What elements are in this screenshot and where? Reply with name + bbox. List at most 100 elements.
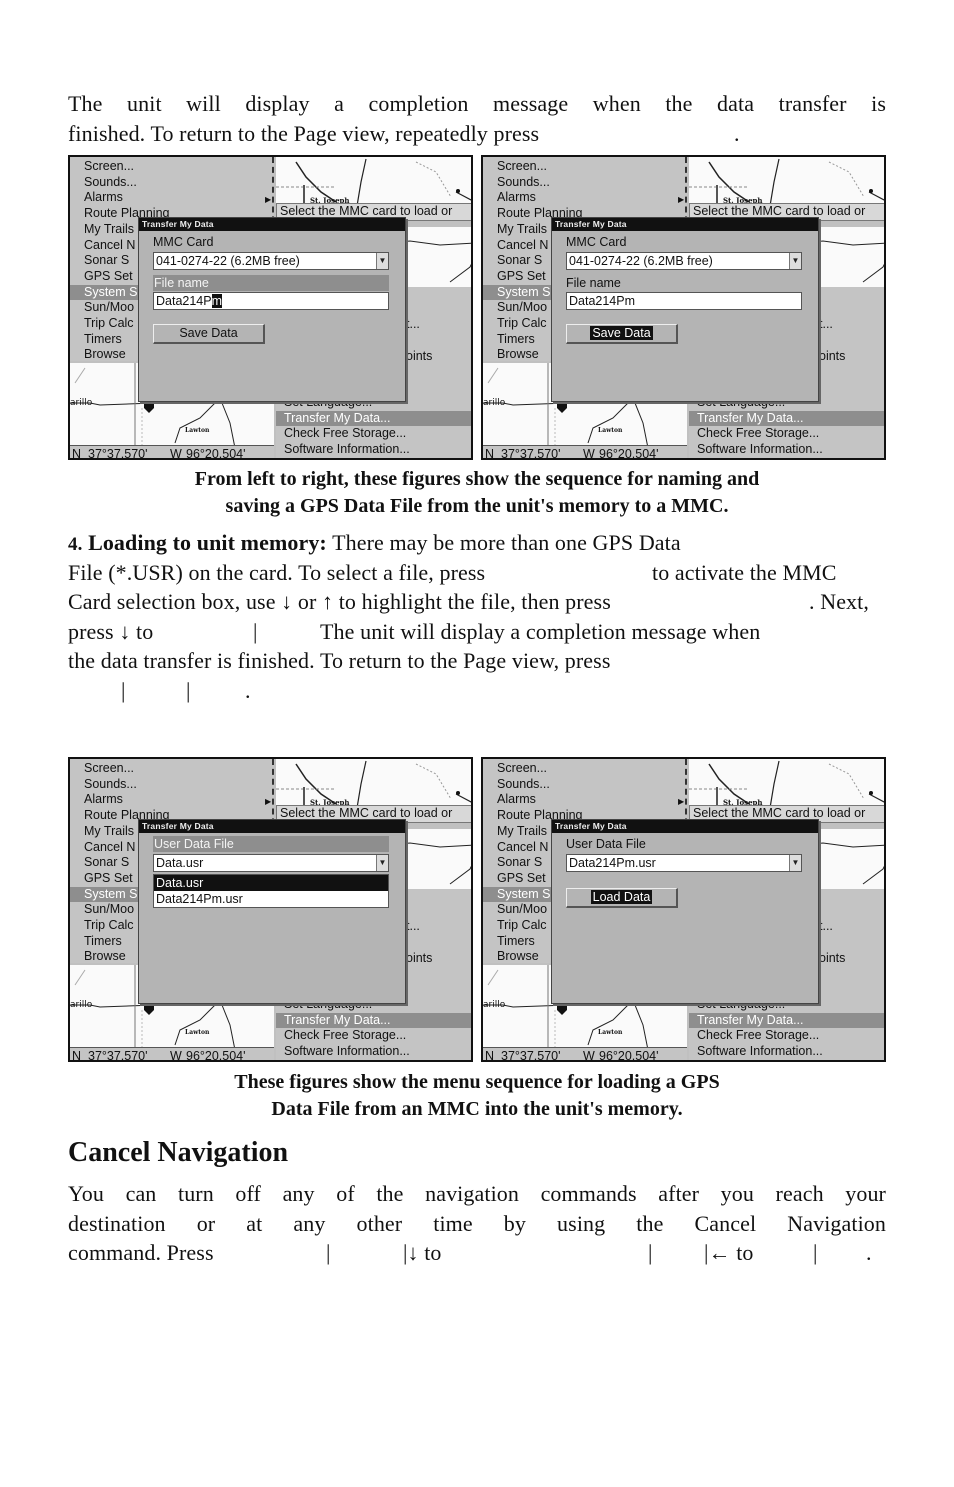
file-name-input[interactable]: Data214Pm [153, 292, 389, 310]
mmc-card-select[interactable]: 041-0274-22 (6.2MB free) ▼ [566, 252, 802, 270]
mmc-card-select[interactable]: 041-0274-22 (6.2MB free) ▼ [153, 252, 389, 270]
longitude-readout: 96°20.504' [599, 447, 659, 460]
menu-item[interactable]: My Trails [84, 222, 134, 238]
intro-paragraph: The unit will display a completion messa… [68, 89, 886, 148]
intro-line-2-wrap: finished. To return to the Page view, re… [68, 119, 886, 149]
user-data-file-select[interactable]: Data214Pm.usr ▼ [566, 854, 802, 872]
submenu-partial-item[interactable]: oints [819, 951, 845, 967]
menu-item[interactable]: Cancel N [497, 840, 548, 856]
menu-item[interactable]: My Trails [497, 824, 547, 840]
submenu-item[interactable]: Check Free Storage... [697, 1028, 819, 1044]
submenu-item[interactable]: Check Free Storage... [284, 1028, 406, 1044]
submenu-partial-item[interactable]: t... [406, 919, 420, 935]
submenu-partial-item[interactable]: t... [819, 919, 833, 935]
file-name-value: Data214P [156, 294, 212, 308]
file-name-label: File name [566, 276, 621, 290]
menu-item[interactable]: Screen... [497, 159, 547, 175]
menu-item[interactable]: Trip Calc [84, 316, 134, 332]
menu-item[interactable]: Alarms [497, 792, 536, 808]
file-option[interactable]: Data214Pm.usr [154, 891, 388, 907]
step4-paragraph: 4. Loading to unit memory: There may be … [68, 528, 886, 705]
menu-item[interactable]: Sun/Moo [84, 902, 134, 918]
menu-item[interactable]: Browse [84, 949, 126, 965]
menu-item[interactable]: My Trails [84, 824, 134, 840]
step4-number: 4. [68, 534, 83, 555]
save-data-button[interactable]: Save Data [566, 324, 678, 344]
menu-item[interactable]: Timers [84, 934, 122, 950]
submenu-item[interactable]: Software Information... [284, 1044, 410, 1060]
caption-load-line-1: These figures show the menu sequence for… [234, 1071, 720, 1093]
menu-item[interactable]: Timers [84, 332, 122, 348]
menu-item[interactable]: Alarms [84, 190, 123, 206]
menu-item[interactable]: Browse [497, 949, 539, 965]
submenu-partial-item[interactable]: t... [819, 317, 833, 333]
menu-item[interactable]: Cancel N [497, 238, 548, 254]
menu-item[interactable]: GPS Set [497, 269, 546, 285]
submenu-partial-item[interactable]: oints [406, 349, 432, 365]
submenu-item[interactable]: Check Free Storage... [697, 426, 819, 442]
dropdown-arrow-icon[interactable]: ▼ [376, 253, 388, 269]
menu-item[interactable]: Screen... [84, 159, 134, 175]
step4-line-2b: to activate the MMC [652, 559, 837, 585]
submenu-partial-item[interactable]: t... [406, 317, 420, 333]
submenu-item[interactable]: Check Free Storage... [284, 426, 406, 442]
menu-item[interactable]: Sun/Moo [84, 300, 134, 316]
submenu-partial-item[interactable]: oints [406, 951, 432, 967]
menu-item[interactable]: Sounds... [497, 175, 550, 191]
menu-item[interactable]: Sun/Moo [497, 300, 547, 316]
submenu-item[interactable]: Software Information... [284, 442, 410, 458]
save-data-button[interactable]: Save Data [153, 324, 265, 344]
load-data-button[interactable]: Load Data [566, 888, 678, 908]
menu-item[interactable]: GPS Set [497, 871, 546, 887]
menu-item[interactable]: Sonar S [497, 253, 542, 269]
menu-item[interactable]: Sonar S [497, 855, 542, 871]
lat-hemisphere: N [72, 447, 82, 460]
menu-item[interactable]: Screen... [84, 761, 134, 777]
menu-item[interactable]: Screen... [497, 761, 547, 777]
menu-item[interactable]: Timers [497, 934, 535, 950]
submenu-item[interactable]: Software Information... [697, 1044, 823, 1060]
file-name-input[interactable]: Data214Pm [566, 292, 802, 310]
menu-item[interactable]: Alarms [497, 190, 536, 206]
dropdown-arrow-icon[interactable]: ▼ [376, 855, 388, 871]
figure-save-step-1: St. Joseph Select the MMC card to load or… [68, 155, 473, 460]
user-data-file-select[interactable]: Data.usr ▼ [153, 854, 389, 872]
submenu-item[interactable]: Software Information... [697, 442, 823, 458]
step4-line-5: the data transfer is finished. To return… [68, 648, 611, 673]
menu-item[interactable]: Sonar S [84, 855, 129, 871]
menu-item[interactable]: Cancel N [84, 840, 135, 856]
menu-item[interactable]: Sonar S [84, 253, 129, 269]
menu-item[interactable]: Timers [497, 332, 535, 348]
file-option[interactable]: Data.usr [154, 875, 388, 891]
menu-item[interactable]: Trip Calc [497, 918, 547, 934]
menu-item[interactable]: Sun/Moo [497, 902, 547, 918]
step4-line-6b: | [186, 677, 191, 703]
caption-save-figures: From left to right, these figures show t… [68, 466, 886, 520]
dropdown-arrow-icon[interactable]: ▼ [789, 253, 801, 269]
longitude-readout: 96°20.504' [186, 447, 246, 460]
menu-item[interactable]: Browse [84, 347, 126, 363]
cancel-nav-line-3g: . [866, 1240, 872, 1265]
menu-item[interactable]: Browse [497, 347, 539, 363]
submenu-item[interactable]: Transfer My Data... [276, 410, 471, 427]
map-label-lawton: Lawton [185, 1029, 210, 1036]
menu-item[interactable]: Sounds... [497, 777, 550, 793]
menu-item[interactable]: Cancel N [84, 238, 135, 254]
map-label-amarillo: arillo [70, 1000, 93, 1010]
submenu-partial-item[interactable]: oints [819, 349, 845, 365]
file-name-value: Data214Pm [569, 294, 636, 308]
menu-item[interactable]: Trip Calc [84, 918, 134, 934]
menu-item[interactable]: Sounds... [84, 777, 137, 793]
menu-item[interactable]: Sounds... [84, 175, 137, 191]
menu-item[interactable]: My Trails [497, 222, 547, 238]
menu-item[interactable]: Alarms [84, 792, 123, 808]
step4-line-4b: | [253, 618, 258, 644]
submenu-item[interactable]: Transfer My Data... [276, 1012, 471, 1029]
dropdown-arrow-icon[interactable]: ▼ [789, 855, 801, 871]
menu-item[interactable]: GPS Set [84, 871, 133, 887]
menu-item[interactable]: GPS Set [84, 269, 133, 285]
menu-item[interactable]: Trip Calc [497, 316, 547, 332]
submenu-item[interactable]: Transfer My Data... [689, 1012, 884, 1029]
submenu-item[interactable]: Transfer My Data... [689, 410, 884, 427]
mmc-card-label: MMC Card [153, 235, 214, 249]
